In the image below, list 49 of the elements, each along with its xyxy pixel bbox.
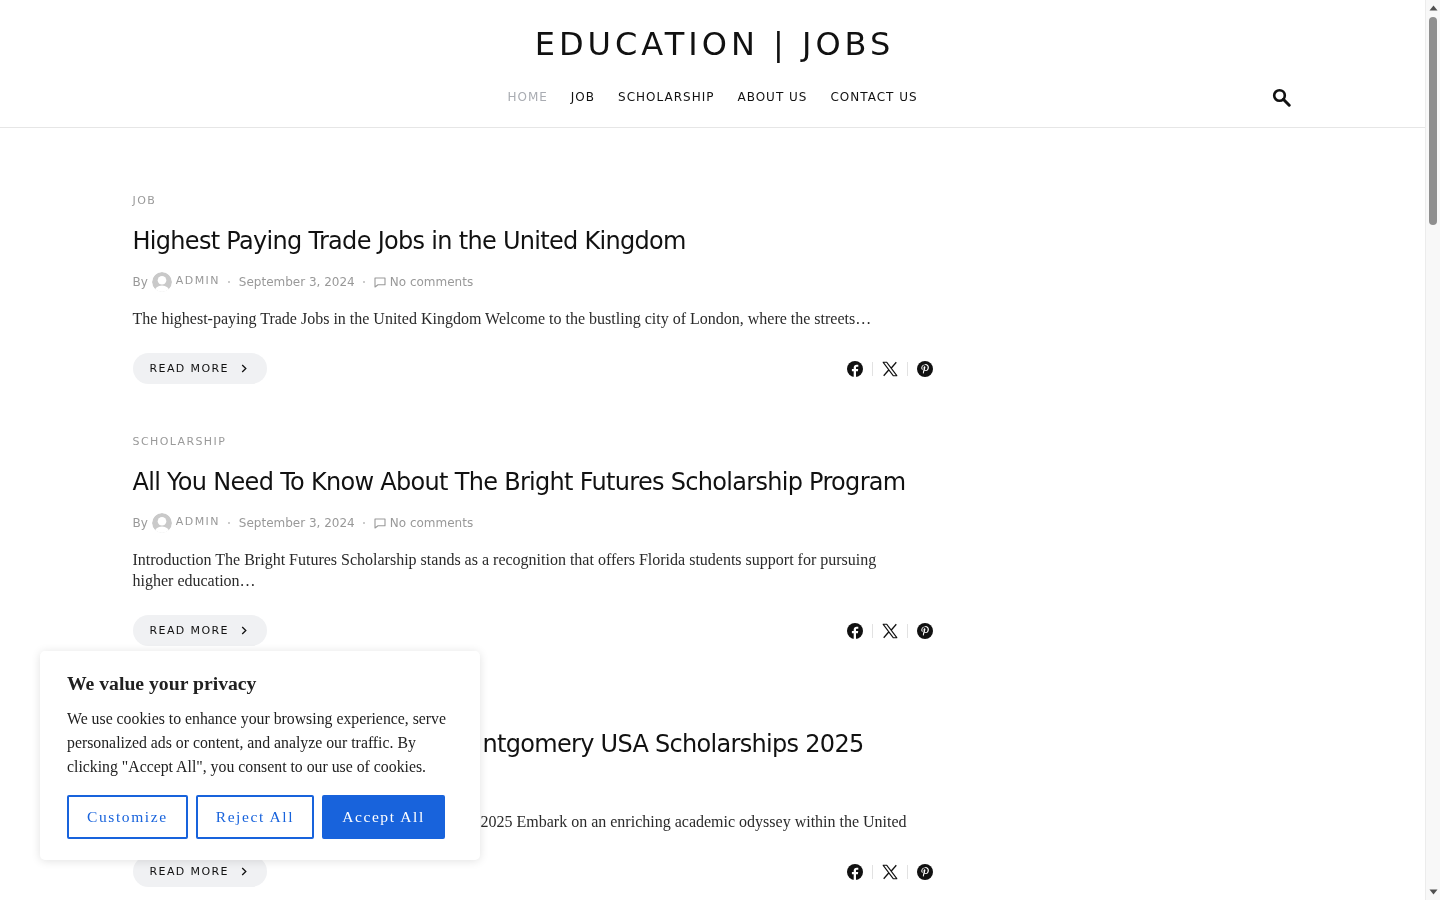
avatar-icon xyxy=(151,513,172,533)
pinterest-icon[interactable] xyxy=(916,360,933,377)
nav-link[interactable]: JOB xyxy=(570,89,596,105)
nav-link[interactable]: ABOUT US xyxy=(737,89,808,105)
cookie-button[interactable]: Customize xyxy=(67,795,188,839)
chevron-right-icon xyxy=(240,626,247,635)
post-excerpt: 2025 Embark on an enriching academic odyssey within the United xyxy=(480,812,907,832)
category-link[interactable]: JOB xyxy=(132,193,157,209)
chevron-right-icon xyxy=(240,364,247,373)
avatar-icon xyxy=(151,272,172,292)
nav-link[interactable]: CONTACT US xyxy=(830,89,918,105)
read-more-button[interactable]: READ MORE xyxy=(132,353,267,384)
comment-icon xyxy=(373,517,386,529)
accept-button[interactable]: Accept All xyxy=(322,795,445,839)
post-date[interactable]: September 3, 2024 xyxy=(238,274,355,290)
x-logo-icon[interactable] xyxy=(881,863,898,880)
search-icon[interactable] xyxy=(1271,87,1291,107)
pinterest-icon[interactable] xyxy=(916,622,933,639)
comments-link[interactable]: No comments xyxy=(389,274,474,290)
facebook-icon[interactable] xyxy=(846,622,863,639)
author-link[interactable]: ADMIN xyxy=(175,274,220,288)
scroll-down-arrow-icon[interactable] xyxy=(1428,889,1438,895)
facebook-icon[interactable] xyxy=(846,360,863,377)
x-logo-icon[interactable] xyxy=(881,622,898,639)
comment-icon xyxy=(373,276,386,288)
post-title[interactable]: Highest Paying Trade Jobs in the United Kingdom xyxy=(132,225,686,257)
by-label: By xyxy=(132,274,148,290)
scrollbar-thumb[interactable] xyxy=(1429,17,1437,225)
by-label: By xyxy=(132,515,148,531)
cookie-button[interactable]: Reject All xyxy=(195,795,315,839)
post-title[interactable]: All You Need To Know About The Bright Futures Scholarship Program xyxy=(132,466,906,498)
site-title[interactable]: EDUCATION | JOBS xyxy=(530,25,895,63)
scrollbar[interactable] xyxy=(1425,0,1440,900)
scroll-up-arrow-icon[interactable] xyxy=(1428,5,1438,11)
pinterest-icon[interactable] xyxy=(916,863,933,880)
post-excerpt: Introduction The Bright Futures Scholarship stands as a recognition that offers Florida students support for pursuing higher education… xyxy=(132,550,878,591)
facebook-icon[interactable] xyxy=(846,863,863,880)
category-link[interactable]: SCHOLARSHIP xyxy=(132,434,227,450)
comments-link[interactable]: No comments xyxy=(389,515,474,531)
post-title[interactable]: ntgomery USA Scholarships 2025 xyxy=(482,728,864,760)
read-more-button[interactable]: READ MORE xyxy=(132,615,267,646)
x-logo-icon[interactable] xyxy=(881,360,898,377)
cookie-title: We value your privacy xyxy=(67,671,258,695)
cookie-text: We use cookies to enhance your browsing experience, serve personalized ads or content, and analyze our traffic. By clicking "Accept All", you consent to our use of cookies. xyxy=(67,709,448,778)
chevron-right-icon xyxy=(240,867,247,876)
post-date[interactable]: September 3, 2024 xyxy=(238,515,355,531)
nav-link[interactable]: SCHOLARSHIP xyxy=(618,89,715,105)
author-link[interactable]: ADMIN xyxy=(175,515,220,529)
post-excerpt: The highest-paying Trade Jobs in the United Kingdom Welcome to the bustling city of London, where the streets… xyxy=(132,309,872,329)
